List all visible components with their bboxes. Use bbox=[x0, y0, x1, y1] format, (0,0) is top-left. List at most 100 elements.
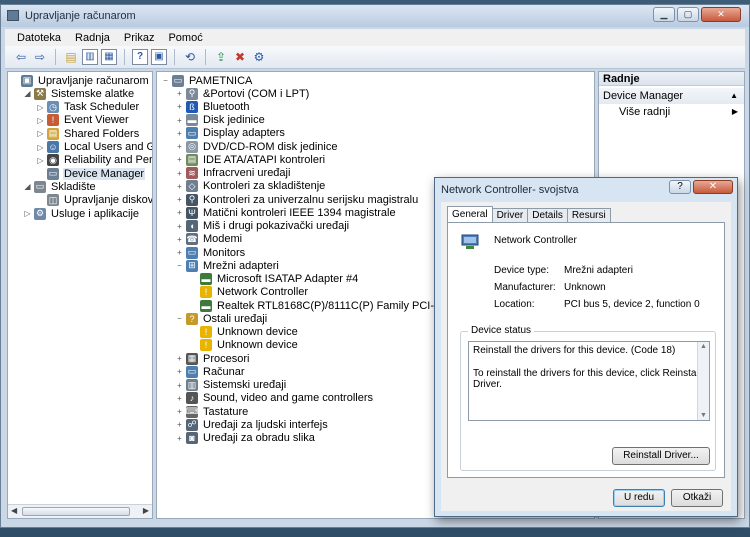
expand-icon[interactable]: + bbox=[175, 354, 184, 363]
device-tree-item[interactable]: + ◇ Kontroleri za skladištenje bbox=[175, 180, 326, 193]
expand-icon[interactable]: + bbox=[175, 248, 184, 257]
device-tree-item[interactable]: + ▬ Disk jedinice bbox=[175, 114, 266, 127]
tab-general[interactable]: General bbox=[447, 206, 493, 222]
actions-group-device-manager[interactable]: Device Manager ▲ bbox=[599, 88, 744, 104]
nav-tree-item[interactable]: ▷! Event Viewer bbox=[36, 114, 130, 127]
expand-icon[interactable]: + bbox=[175, 420, 184, 429]
maximize-button[interactable]: ▢ bbox=[677, 7, 699, 22]
device-tree-item[interactable]: + ☎ Modemi bbox=[175, 233, 243, 246]
expand-icon[interactable]: + bbox=[175, 116, 184, 125]
help-button[interactable]: ? bbox=[669, 180, 691, 194]
device-tree-item[interactable]: ! Network Controller bbox=[189, 286, 309, 299]
nav-tree-item[interactable]: ▷ ▤ Shared Folders bbox=[36, 127, 140, 140]
uninstall-icon[interactable]: ✖ bbox=[232, 49, 248, 65]
collapse-icon[interactable]: ◢ bbox=[23, 182, 32, 191]
device-tree-item[interactable]: + ♪ Sound, video and game controllers bbox=[175, 392, 374, 405]
nav-tree-item[interactable]: ▷◉ Reliability and Performa bbox=[36, 154, 152, 167]
device-tree-item[interactable]: + ⌨ Tastature bbox=[175, 405, 249, 418]
expand-icon[interactable]: + bbox=[175, 182, 184, 191]
expand-icon[interactable]: + bbox=[175, 235, 184, 244]
expand-icon[interactable]: ▷ bbox=[36, 156, 45, 165]
device-tree-item[interactable]: + ◖ Miš i drugi pokazivački uređaji bbox=[175, 220, 350, 233]
horizontal-scrollbar[interactable]: ◀ ▶ bbox=[8, 504, 152, 518]
nav-tree-item[interactable]: ▷☺ Local Users and Groups bbox=[36, 141, 152, 154]
expand-icon[interactable]: ▷ bbox=[36, 116, 45, 125]
collapse-triangle-icon[interactable]: ▲ bbox=[730, 88, 738, 104]
device-tree-item[interactable]: ! Unknown device bbox=[189, 326, 299, 339]
device-tree-item[interactable]: + ▭ Monitors bbox=[175, 246, 246, 259]
tree-root[interactable]: − ▭ PAMETNICA bbox=[161, 74, 253, 87]
nav-tree-item[interactable]: ◢ ▭ Skladište bbox=[23, 180, 97, 193]
more-actions[interactable]: Više radnji ▶ bbox=[599, 104, 744, 120]
device-tree-item[interactable]: + ⚲ &Portovi (COM i LPT) bbox=[175, 87, 310, 100]
update-driver-icon[interactable]: ⇪ bbox=[213, 49, 229, 65]
menu-file[interactable]: Datoteka bbox=[17, 32, 61, 44]
device-tree-item[interactable]: ▬ Microsoft ISATAP Adapter #4 bbox=[189, 273, 359, 286]
device-tree-item[interactable]: ! Unknown device bbox=[189, 339, 299, 352]
device-tree-item[interactable]: + ▦ Procesori bbox=[175, 352, 250, 365]
device-tree-item[interactable]: + ≋ Infracrveni uređaji bbox=[175, 167, 291, 180]
expand-icon[interactable]: + bbox=[175, 367, 184, 376]
device-tree-item[interactable]: + ▭ Računar bbox=[175, 365, 246, 378]
device-tree-item[interactable]: + Ψ Matični kontroleri IEEE 1394 magistral… bbox=[175, 206, 397, 219]
expand-icon[interactable]: + bbox=[175, 89, 184, 98]
expand-icon[interactable]: + bbox=[175, 129, 184, 138]
scan-hardware-icon[interactable]: ⟲ bbox=[182, 49, 198, 65]
expand-icon[interactable]: ▷ bbox=[36, 129, 45, 138]
scrollbar-thumb[interactable] bbox=[22, 507, 130, 516]
expand-icon[interactable]: + bbox=[175, 407, 184, 416]
tab-details[interactable]: Details bbox=[527, 208, 568, 222]
show-hide-tree-icon[interactable]: ▥ bbox=[82, 49, 98, 65]
expand-icon[interactable]: + bbox=[175, 155, 184, 164]
up-folder-icon[interactable]: ▤ bbox=[63, 49, 79, 65]
back-icon[interactable]: ⇦ bbox=[13, 49, 29, 65]
collapse-icon[interactable]: − bbox=[175, 261, 184, 270]
expand-icon[interactable]: + bbox=[175, 381, 184, 390]
collapse-icon[interactable]: ◢ bbox=[23, 89, 32, 98]
expand-icon[interactable]: + bbox=[175, 222, 184, 231]
menu-view[interactable]: Prikaz bbox=[124, 32, 155, 44]
view-icon[interactable]: ▣ bbox=[151, 49, 167, 65]
scroll-up-icon[interactable]: ▲ bbox=[700, 343, 707, 350]
device-tree-item[interactable]: + ▥ Sistemski uređaji bbox=[175, 379, 287, 392]
expand-icon[interactable]: + bbox=[175, 208, 184, 217]
device-tree-item[interactable]: + ☍ Uređaji za ljudski interfejs bbox=[175, 418, 329, 431]
collapse-icon[interactable]: − bbox=[175, 314, 184, 323]
device-tree-item[interactable]: + ◎ DVD/CD-ROM disk jedinice bbox=[175, 140, 338, 153]
tab-driver[interactable]: Driver bbox=[491, 208, 529, 222]
help-icon[interactable]: ? bbox=[132, 49, 148, 65]
expand-icon[interactable]: + bbox=[175, 195, 184, 204]
forward-icon[interactable]: ⇨ bbox=[32, 49, 48, 65]
nav-tree-item[interactable]: ▭ Device Manager bbox=[36, 167, 146, 180]
close-button[interactable]: ✕ bbox=[701, 7, 741, 22]
expand-icon[interactable]: ▷ bbox=[36, 143, 45, 152]
nav-tree-item[interactable]: ▷ ⚙ Usluge i aplikacije bbox=[23, 207, 140, 220]
nav-tree-item[interactable]: ▷ ◷ Task Scheduler bbox=[36, 101, 140, 114]
device-tree-item[interactable]: −? Ostali uređaji bbox=[175, 312, 268, 325]
collapse-icon[interactable]: − bbox=[161, 76, 170, 85]
nav-tree-item[interactable]: ▣ Upravljanje računarom (lokalni bbox=[10, 74, 152, 87]
expand-icon[interactable]: + bbox=[175, 169, 184, 178]
device-tree-item[interactable]: + ⚲ Kontroleri za univerzalnu serijsku mag… bbox=[175, 193, 419, 206]
nav-tree-item[interactable]: ◢ ⚒ Sistemske alatke bbox=[23, 87, 135, 100]
disable-device-icon[interactable]: ⚙ bbox=[251, 49, 267, 65]
scroll-left-icon[interactable]: ◀ bbox=[11, 506, 17, 515]
expand-icon[interactable]: + bbox=[175, 142, 184, 151]
device-status-text[interactable]: Reinstall the drivers for this device. (… bbox=[468, 341, 710, 421]
expand-icon[interactable]: ▷ bbox=[36, 103, 45, 112]
nav-tree-item[interactable]: ◫ Upravljanje diskovima bbox=[36, 194, 152, 207]
title-bar[interactable]: Upravljanje računarom ▁ ▢ ✕ bbox=[1, 5, 749, 27]
scroll-right-icon[interactable]: ▶ bbox=[143, 506, 149, 515]
device-tree-item[interactable]: + ▤ IDE ATA/ATAPI kontroleri bbox=[175, 153, 326, 166]
expand-icon[interactable]: ▷ bbox=[23, 209, 32, 218]
expand-icon[interactable]: + bbox=[175, 102, 184, 111]
properties-icon[interactable]: ▦ bbox=[101, 49, 117, 65]
minimize-button[interactable]: ▁ bbox=[653, 7, 675, 22]
cancel-button[interactable]: Otkaži bbox=[671, 489, 723, 507]
expand-icon[interactable]: + bbox=[175, 434, 184, 443]
device-tree-item[interactable]: + ß Bluetooth bbox=[175, 100, 250, 113]
dialog-close-button[interactable]: ✕ bbox=[693, 180, 733, 194]
menu-action[interactable]: Radnja bbox=[75, 32, 110, 44]
ok-button[interactable]: U redu bbox=[613, 489, 665, 507]
vertical-scrollbar[interactable]: ▲ ▼ bbox=[697, 342, 709, 420]
